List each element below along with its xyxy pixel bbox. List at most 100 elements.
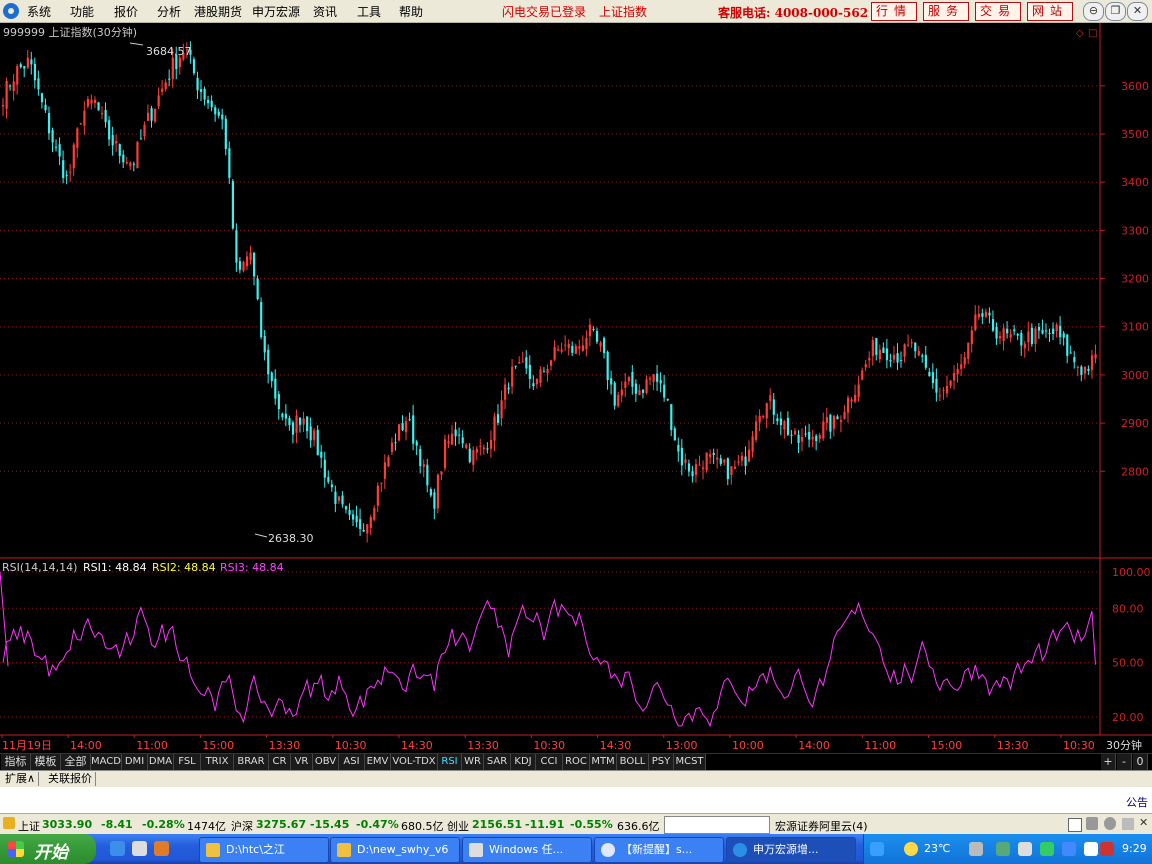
indicator-tab-emv[interactable]: EMV	[365, 754, 391, 770]
minimize-icon[interactable]: ⊖	[1083, 2, 1104, 21]
zoom-out-button[interactable]: -	[1117, 754, 1132, 770]
indicator-tab-vol-tdx[interactable]: VOL-TDX	[391, 754, 438, 770]
website-button[interactable]: 网站	[1027, 2, 1073, 21]
sh-value: 3033.90	[42, 818, 93, 831]
indicator-tab-dma[interactable]: DMA	[148, 754, 174, 770]
status-close-icon[interactable]: ✕	[1139, 816, 1148, 829]
quicklaunch-desktop-icon[interactable]	[154, 841, 169, 856]
indicator-tab-asi[interactable]: ASI	[339, 754, 365, 770]
indicator-tab-mcst[interactable]: MCST	[674, 754, 706, 770]
candle-body	[931, 372, 935, 384]
service-button[interactable]: 服务	[923, 2, 969, 21]
indicator-tab-wr[interactable]: WR	[462, 754, 484, 770]
chart-window-icon[interactable]: □	[1088, 28, 1097, 39]
sh-amount: 1474亿	[187, 820, 226, 833]
weather-sun-icon[interactable]	[904, 842, 918, 856]
market-button[interactable]: 行情	[871, 2, 917, 21]
menu-system[interactable]: 系统	[27, 3, 51, 20]
task-browser[interactable]: 【新提醒】s...	[594, 837, 724, 863]
indicator-tab-rsi[interactable]: RSI	[438, 754, 462, 770]
indicator-tab-指标[interactable]: 指标	[1, 754, 31, 770]
related-quote-tab[interactable]: 关联报价	[45, 772, 96, 786]
indicator-tab-kdj[interactable]: KDJ	[511, 754, 536, 770]
candle-body	[5, 80, 8, 109]
menu-help[interactable]: 帮助	[399, 3, 423, 20]
candle-body	[291, 422, 295, 435]
tray-stop-icon[interactable]	[1100, 842, 1114, 856]
indicator-tab-roc[interactable]: ROC	[563, 754, 590, 770]
task-swhy-app[interactable]: 申万宏源增...	[726, 837, 856, 863]
indicator-tab-sar[interactable]: SAR	[484, 754, 511, 770]
indicator-tab-dmi[interactable]: DMI	[122, 754, 148, 770]
tray-network-icon[interactable]	[969, 842, 983, 856]
candle-body	[793, 430, 797, 435]
tray-lang-icon[interactable]	[1062, 842, 1076, 856]
task-swhy-folder[interactable]: D:\new_swhy_v6	[330, 837, 460, 863]
tray-gift-icon[interactable]	[1018, 842, 1032, 856]
close-icon[interactable]: ✕	[1127, 2, 1148, 21]
candle-body	[245, 256, 249, 267]
start-button[interactable]: 开始	[0, 834, 96, 864]
kline-chart[interactable]: 3600 3500 3400 3300 3200 3100 3000 2900 2800 100.…	[0, 23, 1152, 755]
candle-body	[953, 373, 956, 381]
candle-body	[652, 374, 655, 382]
candle-body	[93, 99, 97, 104]
candle-body	[945, 385, 949, 394]
quicklaunch-app-icon[interactable]	[132, 841, 147, 856]
indicator-tab-fsl[interactable]: FSL	[174, 754, 201, 770]
menu-swhy[interactable]: 申万宏源	[252, 3, 300, 20]
zoom-reset-button[interactable]: 0	[1133, 754, 1148, 770]
menu-function[interactable]: 功能	[70, 3, 94, 20]
weather-temp[interactable]: 23℃	[924, 842, 950, 855]
status-signal-icon[interactable]	[1104, 817, 1116, 830]
menu-quote[interactable]: 报价	[114, 3, 138, 20]
candle-body	[383, 462, 387, 479]
zoom-in-button[interactable]: +	[1101, 754, 1116, 770]
indicator-tab-mtm[interactable]: MTM	[590, 754, 617, 770]
indicator-tab-全部[interactable]: 全部	[61, 754, 91, 770]
status-lock2-icon[interactable]	[1122, 818, 1134, 830]
candle-body	[104, 109, 107, 123]
candle-body	[150, 108, 153, 121]
candle-body	[486, 448, 489, 450]
task-htc-folder[interactable]: D:\htc\之江	[199, 837, 329, 863]
candle-body	[861, 370, 864, 380]
hs-pct: -0.47%	[356, 818, 399, 831]
tray-shield-icon[interactable]	[1040, 842, 1054, 856]
notice-link[interactable]: 公告	[1126, 794, 1148, 810]
status-page-icon[interactable]	[1068, 818, 1082, 832]
indicator-tab-psy[interactable]: PSY	[649, 754, 674, 770]
trade-button[interactable]: 交易	[975, 2, 1021, 21]
menu-tools[interactable]: 工具	[357, 3, 381, 20]
period-label[interactable]: 30分钟	[1106, 738, 1142, 752]
menu-bar: 系统 功能 报价 分析 港股期货 申万宏源 资讯 工具 帮助 闪电交易已登录 上…	[0, 0, 1152, 23]
indicator-tab-模板[interactable]: 模板	[31, 754, 61, 770]
indicator-tab-cci[interactable]: CCI	[536, 754, 563, 770]
indicator-tab-cr[interactable]: CR	[269, 754, 291, 770]
chart-diamond-icon[interactable]: ◇	[1076, 28, 1084, 39]
indicator-tab-brar[interactable]: BRAR	[234, 754, 269, 770]
menu-hk-futures[interactable]: 港股期货	[194, 3, 242, 20]
menu-analysis[interactable]: 分析	[157, 3, 181, 20]
restore-icon[interactable]: ❐	[1105, 2, 1126, 21]
candle-body	[999, 336, 1002, 339]
indicator-tab-boll[interactable]: BOLL	[617, 754, 649, 770]
indicator-tab-trix[interactable]: TRIX	[201, 754, 234, 770]
indicator-tab-vr[interactable]: VR	[291, 754, 313, 770]
tray-arrow-icon[interactable]	[870, 842, 884, 856]
tray-app-icon[interactable]	[996, 842, 1010, 856]
menu-info[interactable]: 资讯	[313, 3, 337, 20]
expand-tab[interactable]: 扩展∧	[2, 772, 40, 786]
tray-volume-icon[interactable]	[1084, 842, 1098, 856]
candle-body	[203, 88, 206, 100]
ie-icon[interactable]	[110, 841, 125, 856]
task-task-manager[interactable]: Windows 任...	[462, 837, 592, 863]
status-bell-icon[interactable]	[1086, 817, 1098, 830]
indicator-tab-obv[interactable]: OBV	[313, 754, 339, 770]
candle-body	[100, 112, 104, 115]
indicator-tab-macd[interactable]: MACD	[91, 754, 122, 770]
server-name[interactable]: 宏源证券阿里云(4)	[775, 818, 868, 834]
market-breadth-bar	[664, 816, 770, 834]
candle-body	[111, 134, 114, 146]
candle-body	[44, 104, 47, 111]
